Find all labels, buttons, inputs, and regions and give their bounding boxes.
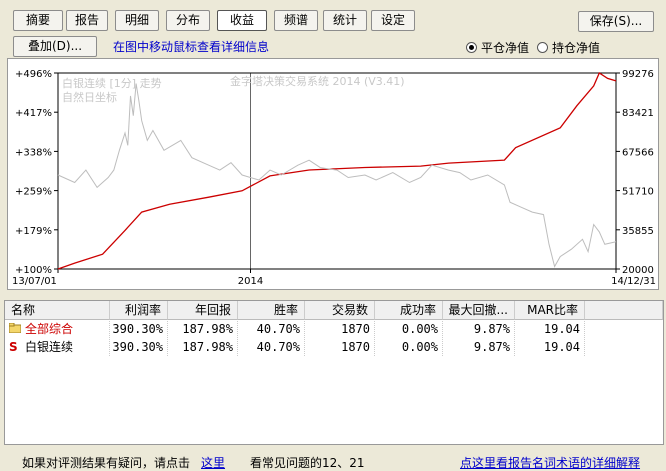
footer-faq-text: 看常见问题的12、21 [250,456,365,470]
footer-glossary-link[interactable]: 点这里看报告名词术语的详细解释 [460,454,640,471]
folder-icon [8,321,22,338]
footer-question-text: 如果对评测结果有疑问，请点击 [22,456,191,470]
table-header-cell: 名称 [5,301,110,320]
tab-returns[interactable]: 收益 [217,10,267,31]
radio-unselected-icon [537,42,548,53]
x-tick-label: 13/07/01 [12,276,57,287]
y-right-tick-label: 51710 [622,187,654,198]
y-left-tick-label: +100% [15,265,52,276]
save-button[interactable]: 保存(S)... [578,11,654,32]
row-value-cell: 40.70% [238,321,305,338]
row-value-cell: 187.98% [168,339,238,356]
table-header-cell: 年回报 [168,301,238,320]
overlay-button[interactable]: 叠加(D)... [13,36,97,57]
row-value-cell: 40.70% [238,339,305,356]
equity-chart[interactable]: +496% +417% +338% +259% +179% +100% 99276 83421… [7,58,659,290]
x-tick-label: 14/12/31 [611,276,656,287]
row-name-label: 全部综合 [25,322,74,336]
table-header-cell: 成功率 [375,301,443,320]
chart-legend-instrument: 白银连续 [1分] 走势 [62,76,162,90]
row-value-cell: 390.30% [110,321,168,338]
radio-close-nav-label: 平仓净值 [481,41,530,55]
footer-here-link[interactable]: 这里 [201,454,225,471]
y-left-tick-label: +179% [15,226,52,237]
hint-text: 在图中移动鼠标查看详细信息 [113,40,270,54]
chart-legend-axis: 自然日坐标 [62,90,117,104]
y-right-tick-label: 35855 [622,226,654,237]
row-value-cell: 9.87% [443,339,515,356]
table-header-cell: MAR比率 [515,301,585,320]
tab-distribution[interactable]: 分布 [166,10,210,31]
tab-spectrum[interactable]: 频谱 [274,10,318,31]
row-value-cell: 0.00% [375,339,443,356]
row-value-cell: 390.30% [110,339,168,356]
y-left-tick-label: +496% [15,69,52,80]
tab-report[interactable]: 报告 [66,10,108,31]
y-left-tick-label: +417% [15,108,52,119]
y-right-tick-label: 83421 [622,108,654,119]
table-header-cell: 利润率 [110,301,168,320]
y-right-tick-label: 99276 [622,69,654,80]
radio-close-nav[interactable]: 平仓净值 [466,39,529,56]
row-value-cell: 1870 [305,339,375,356]
tab-detail[interactable]: 明细 [115,10,159,31]
equity-chart-svg: +496% +417% +338% +259% +179% +100% 99276 83421… [12,69,656,287]
row-name-cell: 全部综合 [5,321,110,338]
tab-settings[interactable]: 设定 [371,10,415,31]
tab-statistics[interactable]: 统计 [323,10,367,31]
chart-watermark: 金字塔决策交易系统 2014 (V3.41) [230,74,405,88]
row-value-cell: 19.04 [515,339,585,356]
row-value-cell: 1870 [305,321,375,338]
table-header-filler [585,301,663,320]
table-header-cell: 胜率 [238,301,305,320]
row-value-cell: 19.04 [515,321,585,338]
radio-hold-nav-label: 持仓净值 [552,41,601,55]
y-right-tick-label: 20000 [622,265,654,276]
y-left-tick-label: +259% [15,187,52,198]
x-tick-label: 2014 [238,276,263,287]
y-right-tick-label: 67566 [622,147,654,158]
row-name-cell: S 白银连续 [5,339,110,356]
s-icon: S [9,340,18,354]
results-table: 名称 利润率 年回报 胜率 交易数 成功率 最大回撤... MAR比率 全部综合 390.30% 1… [4,300,664,445]
row-value-cell: 9.87% [443,321,515,338]
row-value-cell: 187.98% [168,321,238,338]
table-header-cell: 交易数 [305,301,375,320]
radio-selected-icon [466,42,477,53]
radio-hold-nav[interactable]: 持仓净值 [537,39,600,56]
row-name-label: 白银连续 [25,340,74,354]
table-header-cell: 最大回撤... [443,301,515,320]
tab-summary[interactable]: 摘要 [13,10,63,31]
plot-frame [57,72,617,270]
row-value-cell: 0.00% [375,321,443,338]
y-left-tick-label: +338% [15,147,52,158]
